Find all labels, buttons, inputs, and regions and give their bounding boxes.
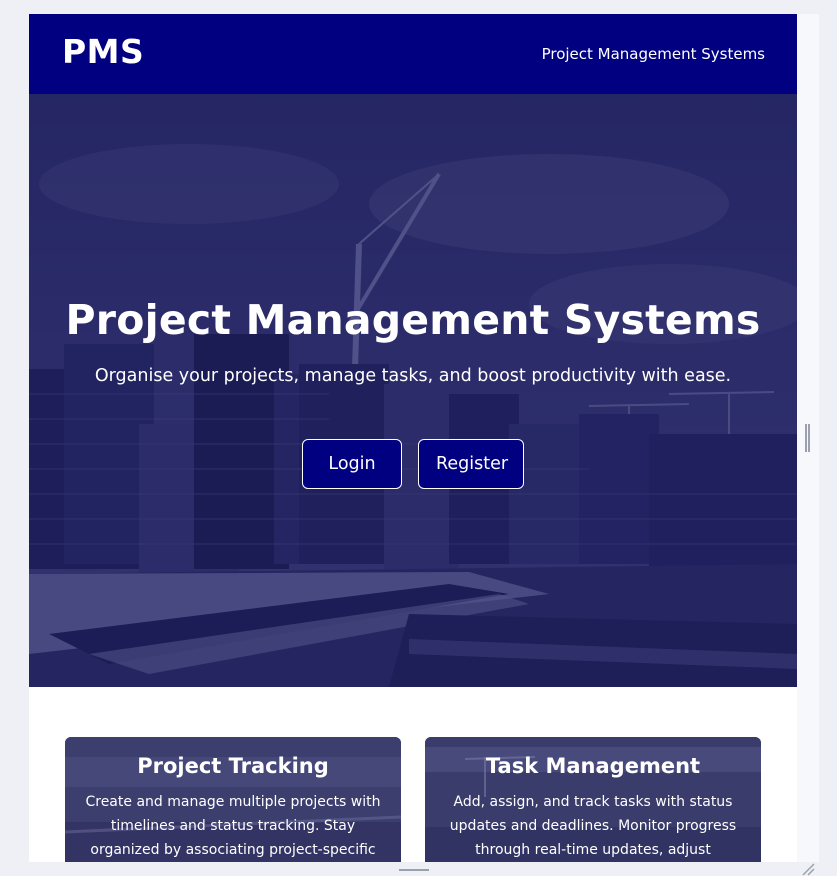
- nav-link-home[interactable]: Project Management Systems: [542, 45, 765, 63]
- site-header: PMS Project Management Systems: [29, 14, 797, 94]
- page-viewport: PMS Project Management Systems Project M…: [29, 14, 797, 862]
- feature-card-description: Create and manage multiple projects with…: [85, 794, 381, 858]
- corner-resize-grip-icon[interactable]: [801, 862, 815, 876]
- hero-overlay: [29, 94, 797, 687]
- resize-handle-horizontal[interactable]: [399, 869, 429, 873]
- site-logo[interactable]: PMS: [62, 32, 144, 71]
- feature-card-project-tracking: Project Tracking Create and manage multi…: [65, 737, 401, 862]
- hero-button-group: Login Register: [29, 439, 797, 489]
- feature-card-description: Add, assign, and track tasks with status…: [449, 794, 737, 858]
- feature-card-title: Task Management: [485, 754, 701, 778]
- hero-subtitle: Organise your projects, manage tasks, an…: [94, 366, 732, 386]
- hero-title: Project Management Systems: [65, 296, 761, 344]
- feature-card-task-management: Task Management Add, assign, and track t…: [425, 737, 761, 862]
- features-section: Project Tracking Create and manage multi…: [29, 687, 797, 862]
- resize-handle-vertical[interactable]: [805, 424, 810, 452]
- register-button[interactable]: Register: [418, 439, 524, 489]
- hero-section: Project Management Systems Organise your…: [29, 94, 797, 687]
- login-button[interactable]: Login: [302, 439, 402, 489]
- feature-card-title: Project Tracking: [137, 754, 329, 778]
